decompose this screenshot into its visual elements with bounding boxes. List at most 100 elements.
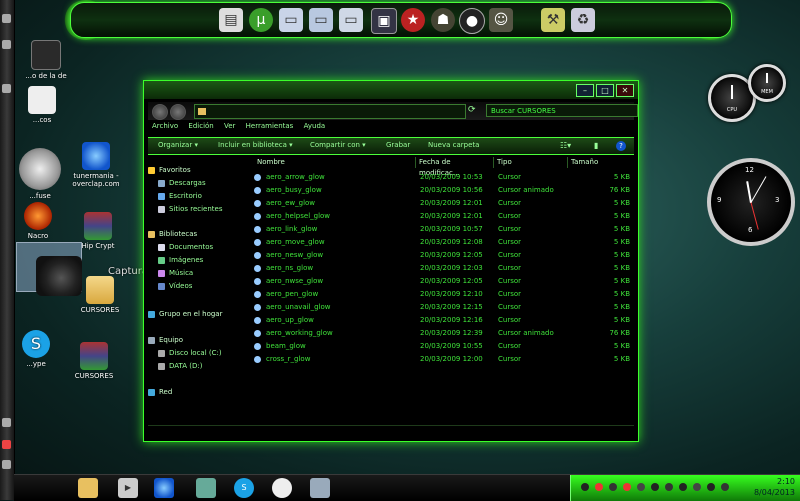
media-player-taskbar-icon[interactable]: ▶: [118, 478, 138, 498]
desktop-icon-nacro[interactable]: Nacro: [10, 202, 66, 240]
tools-icon[interactable]: ⚒: [541, 8, 565, 32]
notepad-icon[interactable]: ▤: [219, 8, 243, 32]
tray-icon[interactable]: [581, 483, 589, 491]
panel-icon[interactable]: [2, 40, 11, 49]
table-row[interactable]: aero_ns_glow 20/03/2009 12:03 Cursor 5 KB: [254, 262, 634, 275]
tray-icon[interactable]: [721, 483, 729, 491]
minimize-button[interactable]: –: [576, 84, 594, 97]
menu-archivo[interactable]: Archivo: [152, 122, 178, 130]
table-row[interactable]: aero_nwse_glow 20/03/2009 12:05 Cursor 5 KB: [254, 275, 634, 288]
nav-documentos[interactable]: Documentos: [158, 242, 213, 253]
search-input[interactable]: Buscar CURSORES: [486, 104, 638, 117]
forward-button[interactable]: [170, 104, 186, 120]
window-titlebar[interactable]: – □ ✕: [144, 81, 638, 99]
table-row[interactable]: aero_ew_glow 20/03/2009 12:01 Cursor 5 KB: [254, 197, 634, 210]
desktop-icon-docs[interactable]: ...cos: [14, 86, 70, 124]
emblem-icon[interactable]: ☗: [431, 8, 455, 32]
taskbar-clock[interactable]: 2:10 8/04/2013: [754, 476, 795, 498]
nav-escritorio[interactable]: Escritorio: [158, 191, 202, 202]
nav-red[interactable]: Red: [148, 387, 172, 398]
tray-icon[interactable]: [595, 483, 603, 491]
include-library-button[interactable]: Incluir en biblioteca ▾: [218, 141, 293, 149]
panel-icon[interactable]: [2, 84, 11, 93]
recycle-bin-icon[interactable]: ♻: [571, 8, 595, 32]
column-header-tamano[interactable]: Tamaño: [568, 157, 634, 168]
nav-equipo[interactable]: Equipo: [148, 335, 183, 346]
table-row[interactable]: aero_nesw_glow 20/03/2009 12:05 Cursor 5 KB: [254, 249, 634, 262]
preview-pane-icon[interactable]: ▮: [594, 141, 598, 150]
computer-taskbar-icon[interactable]: [310, 478, 330, 498]
table-row[interactable]: aero_link_glow 20/03/2009 10:57 Cursor 5 KB: [254, 223, 634, 236]
folder-icon[interactable]: ▭: [279, 8, 303, 32]
back-button[interactable]: [152, 104, 168, 120]
character-icon[interactable]: ☺: [489, 8, 513, 32]
organize-button[interactable]: Organizar ▾: [158, 141, 198, 149]
table-row[interactable]: aero_arrow_glow 20/03/2009 10:53 Cursor 5 K…: [254, 171, 634, 184]
view-options-icon[interactable]: ☷▾: [560, 141, 571, 150]
explorer-taskbar-icon[interactable]: [78, 478, 98, 498]
users-taskbar-icon[interactable]: [196, 478, 216, 498]
tray-icon[interactable]: [651, 483, 659, 491]
monitor-icon[interactable]: ▣: [371, 8, 397, 34]
menu-ver[interactable]: Ver: [224, 122, 235, 130]
table-row[interactable]: aero_working_glow 20/03/2009 12:39 Cursor …: [254, 327, 634, 340]
nav-videos[interactable]: Vídeos: [158, 281, 192, 292]
menu-ayuda[interactable]: Ayuda: [304, 122, 326, 130]
nav-disco-c[interactable]: Disco local (C:): [158, 348, 222, 359]
tray-icon[interactable]: [637, 483, 645, 491]
desktop-icon-skype[interactable]: S ...ype: [8, 330, 64, 368]
table-row[interactable]: cross_r_glow 20/03/2009 12:00 Cursor 5 KB: [254, 353, 634, 366]
desktop-icon-top[interactable]: ...o de la de: [18, 40, 74, 80]
desktop-icon-tunermania[interactable]: tunermania - overclap.com: [68, 142, 124, 188]
panel-icon[interactable]: [2, 418, 11, 427]
nav-descargas[interactable]: Descargas: [158, 178, 206, 189]
desktop-icon-cursores-rar[interactable]: CURSORES: [66, 342, 122, 380]
tray-icon[interactable]: [609, 483, 617, 491]
tray-icon[interactable]: [679, 483, 687, 491]
tray-icon[interactable]: [707, 483, 715, 491]
refresh-icon[interactable]: ⟳: [468, 105, 476, 115]
menu-edicion[interactable]: Edición: [188, 122, 213, 130]
panel-icon[interactable]: [2, 440, 11, 449]
nav-musica[interactable]: Música: [158, 268, 193, 279]
maximize-button[interactable]: □: [596, 84, 614, 97]
game-icon[interactable]: ●: [459, 8, 485, 34]
table-row[interactable]: aero_busy_glow 20/03/2009 10:56 Cursor ani…: [254, 184, 634, 197]
explorer-window[interactable]: – □ ✕ ⟳ Buscar CURSORES Archivo Edición …: [143, 80, 639, 442]
nav-data-d[interactable]: DATA (D:): [158, 361, 202, 372]
burn-button[interactable]: Grabar: [386, 141, 410, 149]
column-header-tipo[interactable]: Tipo: [494, 157, 568, 168]
folder-icon[interactable]: ▭: [309, 8, 333, 32]
panel-icon[interactable]: [2, 14, 11, 23]
chrome-taskbar-icon[interactable]: [272, 478, 292, 498]
new-folder-button[interactable]: Nueva carpeta: [428, 141, 479, 149]
nav-favorites[interactable]: Favoritos: [148, 165, 191, 176]
close-button[interactable]: ✕: [616, 84, 634, 97]
nav-grupo-hogar[interactable]: Grupo en el hogar: [148, 309, 222, 320]
tray-icon[interactable]: [623, 483, 631, 491]
menu-herramientas[interactable]: Herramientas: [246, 122, 294, 130]
utorrent-icon[interactable]: µ: [249, 8, 273, 32]
tray-icon[interactable]: [665, 483, 673, 491]
ie-taskbar-icon[interactable]: [154, 478, 174, 498]
clock-gadget[interactable]: 12 3 6 9: [707, 158, 795, 246]
memory-meter-gauge[interactable]: MEM: [748, 64, 786, 102]
table-row[interactable]: aero_helpsel_glow 20/03/2009 12:01 Cursor 5…: [254, 210, 634, 223]
share-button[interactable]: Compartir con ▾: [310, 141, 366, 149]
column-header-nombre[interactable]: Nombre: [254, 157, 416, 168]
table-row[interactable]: beam_glow 20/03/2009 10:55 Cursor 5 KB: [254, 340, 634, 353]
column-header-fecha[interactable]: Fecha de modificac...: [416, 157, 494, 177]
desktop-icon-cursores-folder[interactable]: CURSORES: [72, 276, 128, 314]
desktop-icon-fuse[interactable]: ...fuse: [12, 148, 68, 200]
skype-taskbar-icon[interactable]: S: [234, 478, 254, 498]
pokerstars-icon[interactable]: ★: [401, 8, 425, 32]
table-row[interactable]: aero_move_glow 20/03/2009 12:08 Cursor 5 KB: [254, 236, 634, 249]
nav-sitios-recientes[interactable]: Sitios recientes: [158, 204, 223, 215]
table-row[interactable]: aero_up_glow 20/03/2009 12:16 Cursor 5 KB: [254, 314, 634, 327]
nav-imagenes[interactable]: Imágenes: [158, 255, 203, 266]
path-input[interactable]: [194, 104, 466, 119]
tray-icon[interactable]: [693, 483, 701, 491]
folder-icon[interactable]: ▭: [339, 8, 363, 32]
table-row[interactable]: aero_unavail_glow 20/03/2009 12:15 Cursor 5…: [254, 301, 634, 314]
panel-icon[interactable]: [2, 460, 11, 469]
